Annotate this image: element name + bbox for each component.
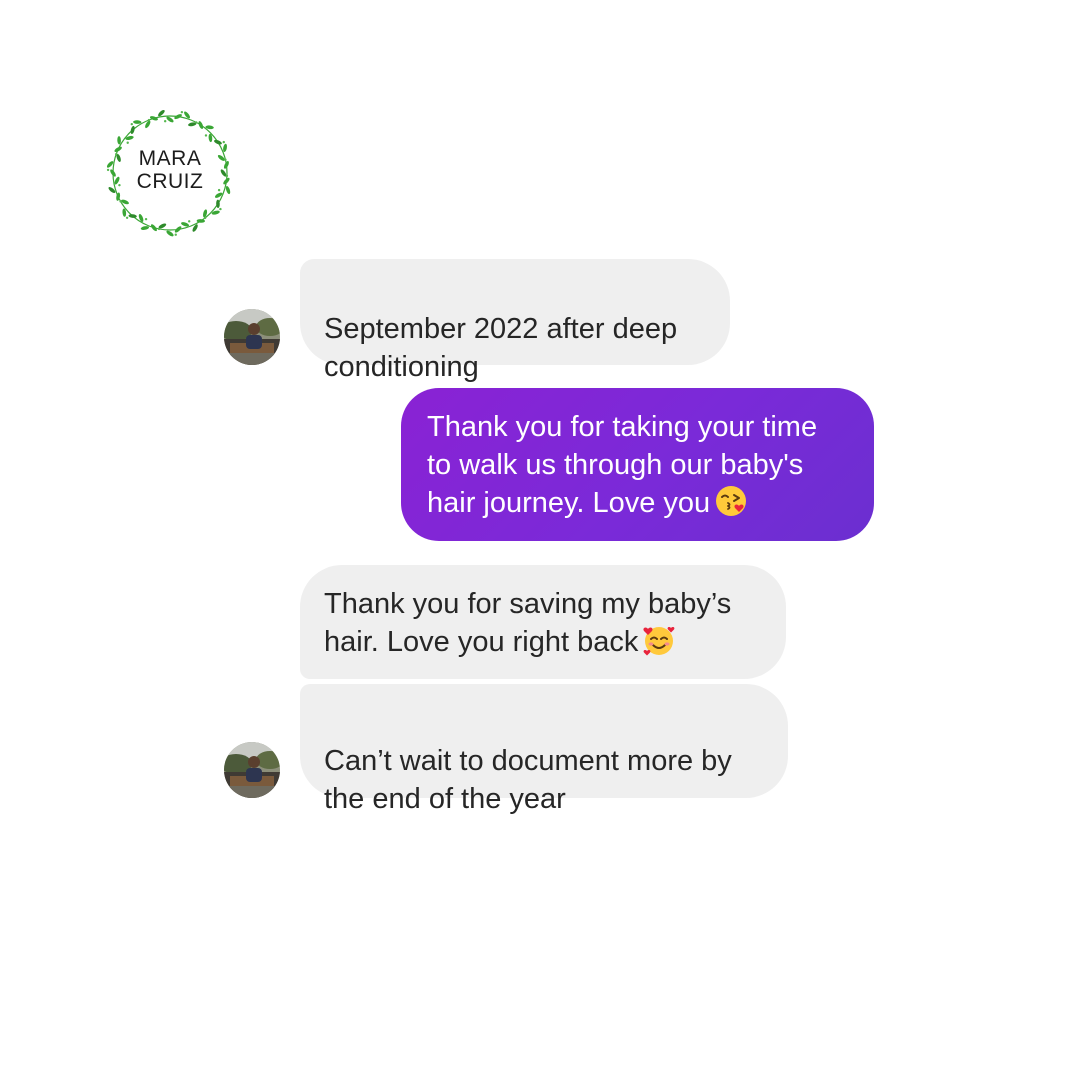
message-text: Thank you for taking your time to walk u… bbox=[427, 411, 818, 519]
brand-name: MARA CRUIZ bbox=[106, 147, 234, 193]
message-text: September 2022 after deep conditioning bbox=[324, 313, 678, 383]
avatar-photo-icon bbox=[224, 309, 280, 365]
message-text: Can’t wait to document more by the end o… bbox=[324, 745, 732, 815]
brand-logo: MARA CRUIZ bbox=[106, 109, 234, 237]
brand-name-line2: CRUIZ bbox=[136, 170, 204, 193]
avatar-photo-icon bbox=[224, 742, 280, 798]
message-bubble-outgoing[interactable]: Thank you for taking your time to walk u… bbox=[401, 388, 874, 541]
kissing-heart-emoji-icon bbox=[714, 484, 748, 518]
chat-screenshot: MARA CRUIZ September 2022 after deep con… bbox=[0, 0, 1080, 1080]
message-bubble-incoming[interactable]: Thank you for saving my baby’s hair. Lov… bbox=[300, 565, 786, 679]
message-bubble-incoming[interactable]: Can’t wait to document more by the end o… bbox=[300, 684, 788, 815]
smiling-face-with-hearts-emoji-icon bbox=[642, 623, 676, 657]
message-bubble-incoming[interactable]: September 2022 after deep conditioning bbox=[300, 259, 730, 383]
avatar[interactable] bbox=[224, 742, 280, 798]
avatar[interactable] bbox=[224, 309, 280, 365]
brand-name-line1: MARA bbox=[138, 147, 202, 170]
